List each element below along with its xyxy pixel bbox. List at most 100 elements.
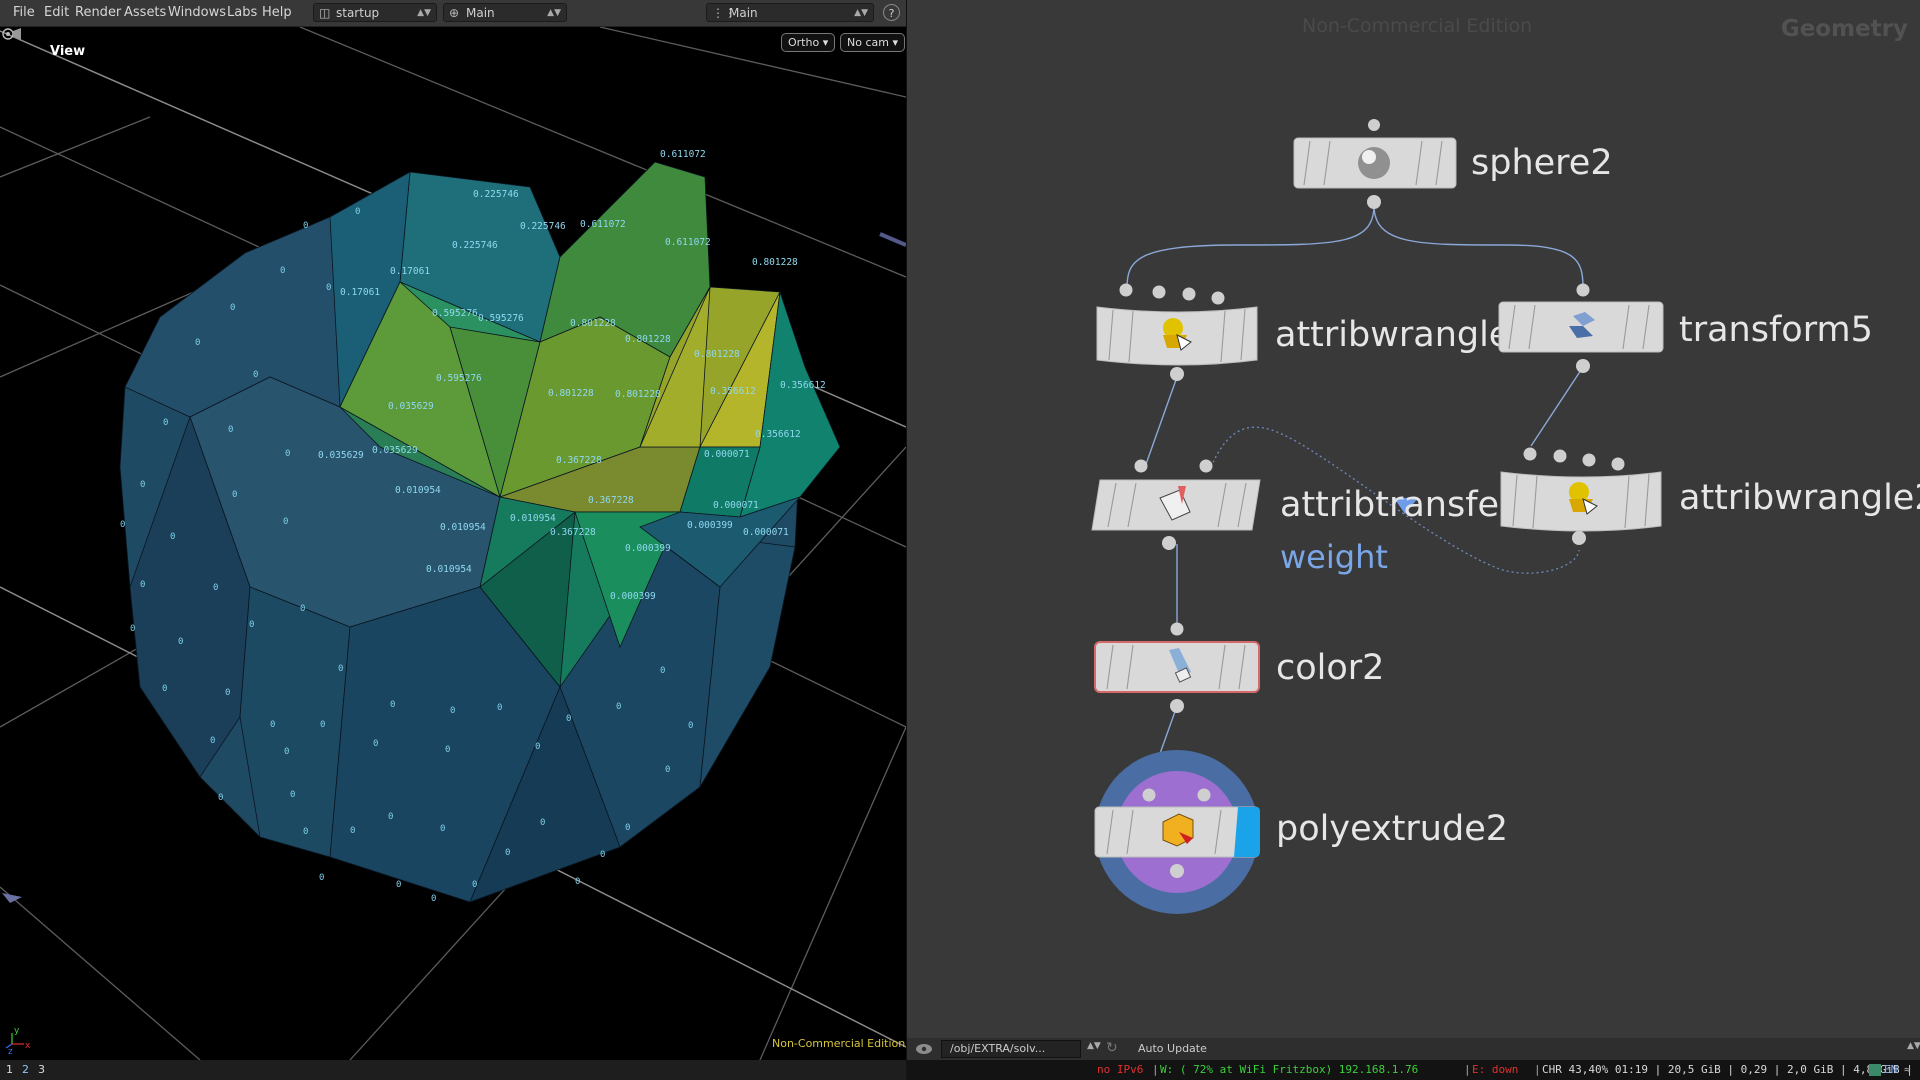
node-attribtransfer6[interactable] [1090,456,1266,556]
point-label: 0.367228 [556,455,602,466]
network-path: /obj/EXTRA/solv... [950,1042,1046,1055]
point-label: 0.801228 [752,257,798,268]
svg-text:0: 0 [284,747,289,757]
node-transform5[interactable] [1497,282,1667,378]
viewport-camera-icon[interactable] [0,27,22,41]
shelf-name: Main [729,6,758,20]
menubar: File Edit Render Assets Windows Labs Hel… [0,0,906,27]
svg-text:0: 0 [355,207,360,217]
point-label: 0.035629 [318,450,364,461]
node-sphere2[interactable] [1292,117,1462,217]
node-label-color2[interactable]: color2 [1276,648,1384,688]
svg-text:0: 0 [218,793,223,803]
svg-text:0: 0 [350,826,355,836]
menu-help[interactable]: Help [262,5,292,20]
node-label-attribwrangle1[interactable]: attribwrangle1 [1275,315,1533,355]
updown-arrow-icon[interactable]: ▲▼ [1087,1041,1101,1051]
view-number-3[interactable]: 3 [38,1063,45,1076]
svg-text:0: 0 [120,520,125,530]
node-color2[interactable] [1093,620,1263,720]
node-label-attribtransfer6[interactable]: attribtransfer6 [1280,485,1536,525]
point-label: 0.611072 [660,149,706,160]
menu-file[interactable]: File [13,5,35,20]
desktop-name: startup [336,6,380,20]
menu-windows[interactable]: Windows [168,5,226,20]
keyboard-language[interactable]: EN [1884,1060,1897,1080]
menu-labs[interactable]: Labs [227,5,257,20]
point-label: 0.010954 [426,564,472,575]
refresh-icon[interactable]: ↻ [1106,1040,1118,1056]
desktop-selector[interactable]: ◫ startup ▲▼ [313,3,437,22]
updown-arrow-icon: ▲▼ [854,8,868,18]
node-label-polyextrude2[interactable]: polyextrude2 [1276,809,1508,849]
point-label: 0.356612 [755,429,801,440]
point-label: 0.611072 [665,237,711,248]
point-label: 0.17061 [340,287,380,298]
node-attribwrangle1[interactable] [1095,280,1267,382]
point-label: 0.010954 [510,513,556,524]
point-label: 0.225746 [520,221,566,232]
pane-tab-selector[interactable]: ⊕ Main ▲▼ [443,3,567,22]
svg-text:0: 0 [660,666,665,676]
projection-menu[interactable]: Ortho ▾ [781,33,836,52]
svg-text:0: 0 [232,490,237,500]
help-button[interactable]: ? [883,4,900,21]
view-number-2[interactable]: 2 [22,1063,29,1076]
point-label: 0.801228 [570,318,616,329]
handle-marker [879,232,906,247]
svg-text:0: 0 [505,848,510,858]
svg-text:x: x [25,1041,31,1051]
svg-text:0: 0 [326,283,331,293]
menu-render[interactable]: Render [75,5,121,20]
node-attribwrangle2[interactable] [1499,446,1669,546]
point-label: 0.356612 [710,386,756,397]
wifi-icon[interactable]: ≈ [1904,1060,1911,1080]
point-label: 0.367228 [550,527,596,538]
svg-text:0: 0 [688,721,693,731]
node-label-transform5[interactable]: transform5 [1679,310,1873,350]
point-label: 0.000071 [704,449,750,460]
status-ethernet: E: down [1472,1063,1519,1076]
svg-text:0: 0 [162,684,167,694]
point-label: 0.801228 [615,389,661,400]
node-label-sphere2[interactable]: sphere2 [1471,143,1613,183]
svg-text:0: 0 [320,720,325,730]
wire-transform5-attribwrangle2 [1530,366,1584,447]
point-label: 0.611072 [580,219,626,230]
scene-viewport[interactable]: 0.611072 0.225746 0.225746 0.611072 0.22… [0,27,906,1060]
network-path-field[interactable]: /obj/EXTRA/solv... [941,1040,1081,1058]
network-view-icon[interactable] [915,1042,933,1056]
node-polyextrude2[interactable] [1093,748,1263,916]
point-label: 0.035629 [388,401,434,412]
camera-menu[interactable]: No cam ▾ [840,33,905,52]
camera-label: No cam [847,36,889,49]
updown-arrow-icon[interactable]: ▲▼ [1907,1041,1920,1051]
point-label: 0.225746 [452,240,498,251]
dropdown-arrow-icon: ▾ [892,36,898,49]
svg-text:0: 0 [472,880,477,890]
svg-text:0: 0 [280,266,285,276]
update-mode-select[interactable]: Auto Update [1129,1040,1227,1058]
point-label: 0.801228 [548,388,594,399]
network-editor[interactable]: Non-Commercial Edition Geometry sphere2 … [907,0,1920,1038]
tray-app-icon[interactable] [1869,1064,1881,1076]
svg-text:0: 0 [616,702,621,712]
svg-text:0: 0 [396,880,401,890]
svg-text:0: 0 [140,480,145,490]
svg-text:z: z [8,1047,13,1057]
menu-assets[interactable]: Assets [124,5,166,20]
shelf-selector[interactable]: ⋮⋮ Main ▲▼ [706,3,874,22]
menu-edit[interactable]: Edit [44,5,69,20]
svg-text:0: 0 [195,338,200,348]
svg-text:0: 0 [283,517,288,527]
svg-text:0: 0 [178,637,183,647]
svg-text:0: 0 [303,221,308,231]
point-label: 0.17061 [390,266,430,277]
point-label: 0.595276 [436,373,482,384]
projection-label: Ortho [788,36,820,49]
svg-text:y: y [14,1026,20,1036]
point-label: 0.356612 [780,380,826,391]
node-label-attribwrangle2[interactable]: attribwrangle2 [1679,478,1920,518]
view-number-1[interactable]: 1 [6,1063,13,1076]
point-label: 0.000399 [687,520,733,531]
